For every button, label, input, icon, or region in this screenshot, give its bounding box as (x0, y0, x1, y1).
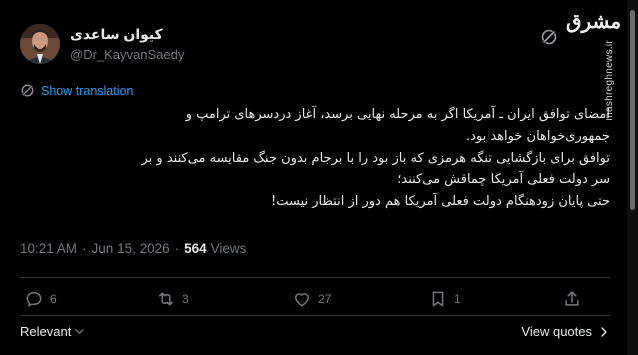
scrollbar-thumb[interactable] (630, 10, 635, 210)
bookmark-count: 1 (454, 292, 461, 306)
tweet-meta: 10:21 AM · Jun 15, 2026 · 564 Views (20, 241, 246, 256)
share-button[interactable] (562, 289, 582, 309)
view-quotes-link[interactable]: View quotes (521, 324, 610, 339)
grok-icon[interactable] (540, 28, 558, 46)
tweet-line: جمهوری‌خواهان خواهد بود. (465, 128, 610, 144)
tweet-line: حتی پایان زودهنگام دولت فعلی آمریکا هم د… (271, 194, 610, 210)
sort-replies-dropdown[interactable]: Relevant (20, 324, 85, 339)
tweet-text: امضای توافق ایران ـ آمریکا اگر به مرحله … (20, 104, 610, 213)
bookmark-icon (432, 291, 444, 307)
avatar-photo (20, 24, 60, 64)
tweet-date[interactable]: Jun 15, 2026 (92, 241, 170, 256)
tweet-line: سر دولت فعلی آمریکا چماقش می‌کنند؛ (397, 172, 610, 188)
reply-icon (26, 292, 42, 307)
replies-toolbar: Relevant View quotes (20, 324, 610, 339)
avatar[interactable] (20, 24, 60, 64)
chevron-down-icon (75, 329, 85, 334)
meta-separator: · (82, 241, 87, 256)
show-translation-row[interactable]: Show translation (20, 83, 133, 98)
repost-button[interactable]: 3 (156, 289, 189, 309)
tweet-line: امضای توافق ایران ـ آمریکا اگر به مرحله … (185, 107, 610, 122)
site-logo: مشرق (566, 9, 622, 33)
reply-button[interactable]: 6 (24, 289, 57, 309)
sort-replies-label: Relevant (20, 324, 72, 339)
reply-count: 6 (50, 292, 57, 306)
repost-count: 3 (182, 292, 189, 306)
show-translation-link[interactable]: Show translation (41, 84, 133, 98)
views-count: 564 (184, 241, 207, 256)
share-icon (565, 291, 579, 306)
grok-translate-icon (21, 84, 34, 97)
tweet-line: توافق برای بازگشایی تنگه هرمزی که باز بو… (141, 150, 610, 166)
tweet-screenshot: کیوان ساعدی @Dr_KayvanSaedy مشرق mashreg… (0, 0, 638, 355)
author-display-name[interactable]: کیوان ساعدی (70, 25, 184, 43)
divider (20, 315, 610, 316)
view-quotes-label: View quotes (521, 324, 592, 339)
chevron-right-icon (601, 326, 607, 337)
repost-icon (159, 292, 173, 306)
tweet-time[interactable]: 10:21 AM (20, 241, 77, 256)
bookmark-button[interactable]: 1 (428, 289, 461, 309)
like-count: 27 (318, 292, 332, 306)
author-handle[interactable]: @Dr_KayvanSaedy (70, 46, 184, 64)
like-button[interactable]: 27 (292, 289, 331, 309)
action-bar: 6 3 27 1 (20, 289, 610, 311)
divider (20, 277, 610, 278)
author-block: کیوان ساعدی @Dr_KayvanSaedy (70, 25, 184, 64)
heart-icon (295, 293, 309, 307)
views-label: Views (210, 241, 247, 256)
meta-separator: · (174, 241, 180, 256)
